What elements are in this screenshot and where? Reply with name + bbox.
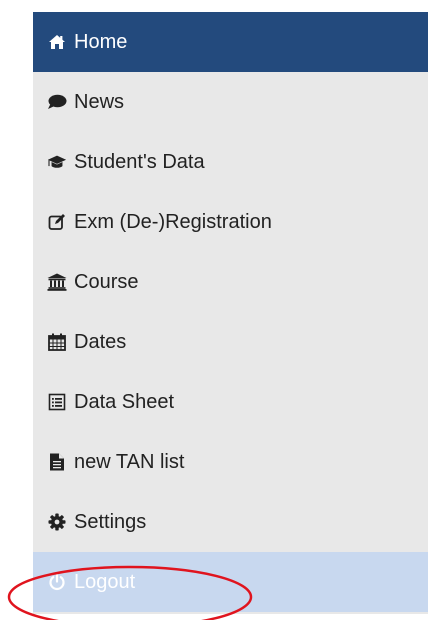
nav-item-label: Logout (74, 570, 136, 593)
list-alt-icon (47, 392, 67, 412)
nav-item-logout[interactable]: Logout (33, 552, 428, 612)
nav-item-news[interactable]: News (33, 72, 428, 132)
nav-item-dates[interactable]: Dates (33, 312, 428, 372)
nav-item-label: Home (74, 30, 128, 53)
nav-item-label: Course (74, 270, 139, 293)
nav-item-label: Dates (74, 330, 127, 353)
nav-item-label: Exm (De-)Registration (74, 210, 272, 233)
screenshot-canvas: Home News Student's Data Exm (De-)Regist… (0, 0, 428, 620)
home-icon (47, 32, 67, 52)
nav-item-course[interactable]: Course (33, 252, 428, 312)
nav-item-home[interactable]: Home (33, 12, 428, 72)
calendar-icon (47, 332, 67, 352)
power-icon (47, 572, 67, 592)
nav-item-settings[interactable]: Settings (33, 492, 428, 552)
file-text-icon (47, 452, 67, 472)
sidebar-nav: Home News Student's Data Exm (De-)Regist… (33, 12, 428, 614)
speech-bubble-icon (47, 92, 67, 112)
edit-icon (47, 212, 67, 232)
nav-item-label: Student's Data (74, 150, 205, 173)
institution-icon (47, 272, 67, 292)
gear-icon (47, 512, 67, 532)
nav-item-students-data[interactable]: Student's Data (33, 132, 428, 192)
nav-item-label: new TAN list (74, 450, 185, 473)
nav-item-label: News (74, 90, 125, 113)
nav-item-exam-registration[interactable]: Exm (De-)Registration (33, 192, 428, 252)
nav-item-data-sheet[interactable]: Data Sheet (33, 372, 428, 432)
graduation-cap-icon (47, 152, 67, 172)
nav-item-new-tan-list[interactable]: new TAN list (33, 432, 428, 492)
nav-item-label: Settings (74, 510, 147, 533)
nav-item-label: Data Sheet (74, 390, 175, 413)
